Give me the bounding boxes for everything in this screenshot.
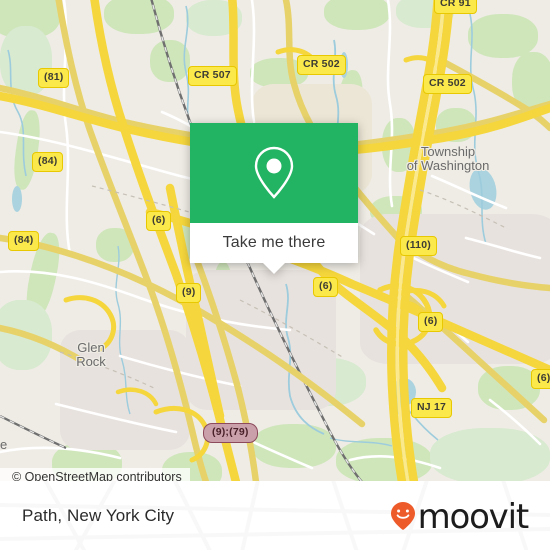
moovit-wordmark: moovit — [417, 496, 530, 537]
shield-bike-9-79: (9);(79) — [203, 423, 258, 443]
destination-callout[interactable]: Take me there — [190, 123, 358, 274]
moovit-pin-icon — [390, 501, 415, 530]
callout-footer[interactable]: Take me there — [190, 223, 358, 274]
shield-route-84-b: (84) — [8, 231, 40, 251]
osm-attribution[interactable]: © OpenStreetMap contributors — [0, 468, 190, 481]
shield-route-84-a: (84) — [32, 152, 64, 172]
shield-cr-502-top: CR 502 — [297, 55, 346, 75]
shield-route-81: (81) — [38, 68, 70, 88]
shield-cr-502-right: CR 502 — [423, 74, 472, 94]
shield-route-6-d: (6) — [531, 369, 550, 389]
footer-title: Path, New York City — [22, 505, 175, 525]
shield-cr-91: CR 91 — [434, 0, 477, 14]
shield-cr-507: CR 507 — [188, 66, 237, 86]
shield-route-6-a: (6) — [146, 211, 172, 231]
shield-route-110: (110) — [400, 236, 437, 256]
map-pin-icon — [254, 146, 294, 199]
footer-bar: Path, New York City moovit — [0, 481, 550, 550]
callout-body — [190, 123, 358, 223]
callout-tail — [263, 263, 285, 274]
moovit-brand: moovit — [390, 496, 530, 537]
screenshot-root: Township of Washington Glen Rock e CR 91… — [0, 0, 550, 550]
shield-nj-17: NJ 17 — [411, 398, 453, 418]
shield-route-6-b: (6) — [313, 277, 339, 297]
take-me-there-label: Take me there — [222, 234, 326, 251]
map-canvas[interactable]: Township of Washington Glen Rock e CR 91… — [0, 0, 550, 481]
shield-route-6-c: (6) — [418, 312, 444, 332]
shield-route-9: (9) — [176, 283, 202, 303]
